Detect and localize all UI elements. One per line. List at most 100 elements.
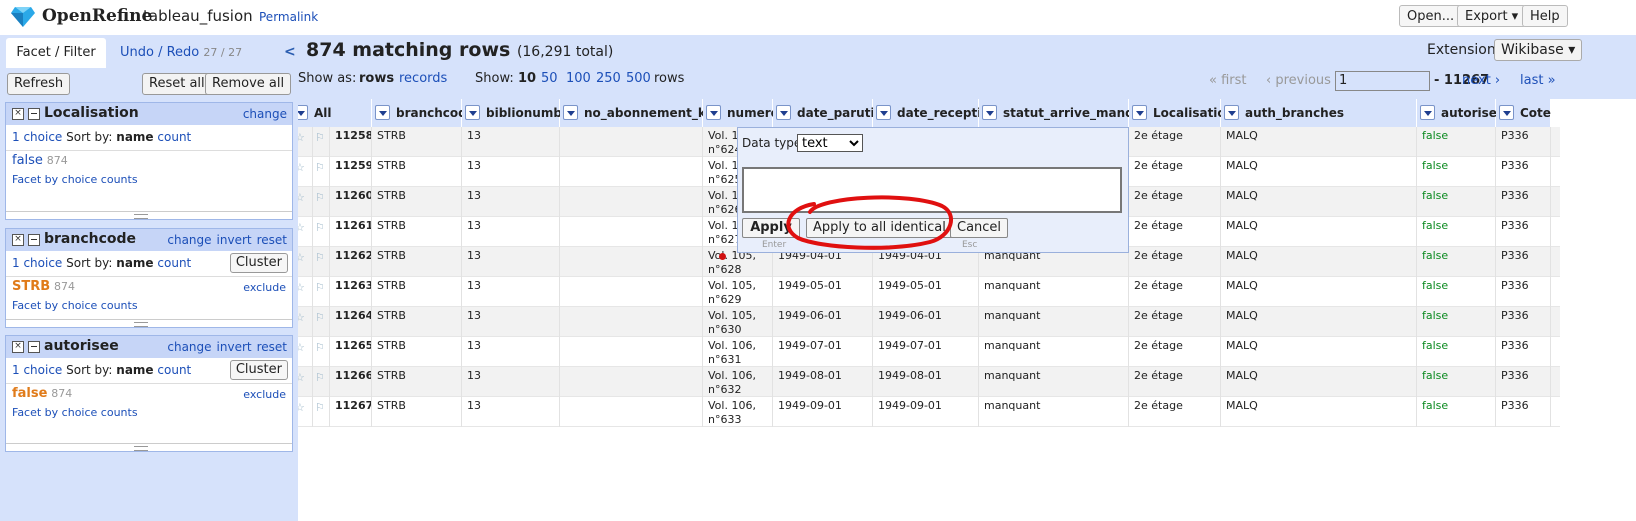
column-header-date_reception[interactable]: date_reception [873, 99, 998, 127]
table-cell[interactable]: MALQ [1221, 307, 1417, 337]
table-cell[interactable]: 1949-05-01 [873, 277, 979, 307]
table-cell[interactable]: STRB [372, 157, 462, 187]
table-cell[interactable]: 1949-06-01 [773, 307, 873, 337]
flag-icon[interactable]: ⚐ [315, 161, 325, 175]
star-icon[interactable]: ☆ [298, 371, 305, 385]
table-cell[interactable]: MALQ [1221, 247, 1417, 277]
table-cell[interactable]: 2e étage [1129, 247, 1221, 277]
facet-by-choice-counts-link[interactable]: Facet by choice counts [12, 299, 138, 312]
facet-change-link[interactable]: change [243, 107, 287, 121]
table-cell[interactable]: STRB [372, 307, 462, 337]
table-cell[interactable]: 2e étage [1129, 127, 1221, 157]
table-cell[interactable]: Vol. 106, n°631 [703, 337, 773, 367]
facet-minimize-icon[interactable] [28, 341, 40, 353]
table-cell[interactable]: 1949-07-01 [873, 337, 979, 367]
page-size-500[interactable]: 500 [626, 71, 651, 86]
table-cell[interactable]: 13 [462, 277, 560, 307]
page-size-250[interactable]: 250 [596, 71, 621, 86]
table-cell[interactable]: manquant [979, 277, 1129, 307]
star-icon[interactable]: ☆ [298, 281, 305, 295]
column-menu-dropdown-icon[interactable] [1499, 105, 1514, 120]
table-cell[interactable]: 2e étage [1129, 217, 1221, 247]
facet-sort-count[interactable]: count [157, 130, 191, 144]
table-cell[interactable]: MALQ [1221, 367, 1417, 397]
table-cell[interactable]: 13 [462, 217, 560, 247]
table-cell[interactable]: false [1417, 127, 1496, 157]
flag-icon[interactable]: ⚐ [315, 401, 325, 415]
table-cell[interactable]: P336 [1496, 127, 1551, 157]
table-cell[interactable]: 2e étage [1129, 187, 1221, 217]
facet-minimize-icon[interactable] [28, 234, 40, 246]
facet-remove-icon[interactable]: × [12, 341, 24, 353]
table-cell[interactable]: MALQ [1221, 187, 1417, 217]
table-cell[interactable]: 13 [462, 187, 560, 217]
table-cell[interactable]: false [1417, 367, 1496, 397]
first-page-link[interactable]: « first [1209, 73, 1247, 88]
facet-remove-icon[interactable]: × [12, 234, 24, 246]
flag-icon[interactable]: ⚐ [315, 341, 325, 355]
table-cell[interactable] [560, 247, 703, 277]
facet-choice-value[interactable]: false [12, 386, 47, 401]
table-cell[interactable]: STRB [372, 277, 462, 307]
table-cell[interactable]: 1949-07-01 [773, 337, 873, 367]
table-cell[interactable]: P336 [1496, 277, 1551, 307]
star-icon[interactable]: ☆ [298, 311, 305, 325]
table-cell[interactable]: P336 [1496, 337, 1551, 367]
flag-icon[interactable]: ⚐ [315, 191, 325, 205]
facet-exclude-link[interactable]: exclude [243, 281, 286, 294]
table-cell[interactable] [560, 277, 703, 307]
facet-minimize-icon[interactable] [28, 108, 40, 120]
table-cell[interactable]: manquant [979, 307, 1129, 337]
column-header-biblionumber[interactable]: biblionumber [462, 99, 576, 127]
table-cell[interactable]: 13 [462, 397, 560, 427]
table-cell[interactable]: MALQ [1221, 127, 1417, 157]
facet-choices-count[interactable]: 1 choice [12, 363, 62, 377]
table-cell[interactable]: 13 [462, 127, 560, 157]
facet-choices-count[interactable]: 1 choice [12, 256, 62, 270]
table-cell[interactable]: 13 [462, 337, 560, 367]
facet-sort-count[interactable]: count [157, 363, 191, 377]
star-icon[interactable]: ☆ [298, 341, 305, 355]
facet-change-link[interactable]: change [167, 340, 211, 354]
facet-cluster-button[interactable]: Cluster [229, 360, 288, 380]
table-cell[interactable]: manquant [979, 367, 1129, 397]
table-cell[interactable]: P336 [1496, 217, 1551, 247]
table-cell[interactable]: false [1417, 307, 1496, 337]
table-cell[interactable]: STRB [372, 337, 462, 367]
column-menu-dropdown-icon[interactable] [1132, 105, 1147, 120]
table-cell[interactable]: MALQ [1221, 217, 1417, 247]
table-cell[interactable]: STRB [372, 217, 462, 247]
facet-remove-icon[interactable]: × [12, 108, 24, 120]
table-cell[interactable] [560, 307, 703, 337]
table-cell[interactable]: 1949-08-01 [873, 367, 979, 397]
facet-cluster-button[interactable]: Cluster [229, 253, 288, 273]
table-cell[interactable]: 1949-09-01 [773, 397, 873, 427]
table-cell[interactable]: 2e étage [1129, 277, 1221, 307]
facet-choice-value[interactable]: false [12, 153, 43, 168]
facet-resize-handle[interactable] [6, 319, 292, 327]
facet-invert-link[interactable]: invert [217, 340, 252, 354]
table-cell[interactable]: MALQ [1221, 337, 1417, 367]
table-cell[interactable]: 2e étage [1129, 157, 1221, 187]
flag-icon[interactable]: ⚐ [315, 131, 325, 145]
table-cell[interactable]: 13 [462, 367, 560, 397]
table-cell[interactable]: P336 [1496, 397, 1551, 427]
facet-change-link[interactable]: change [167, 233, 211, 247]
table-cell[interactable]: Vol. 106, n°633 [703, 397, 773, 427]
collapse-panel-icon[interactable]: < [284, 44, 296, 60]
star-icon[interactable]: ☆ [298, 131, 305, 145]
facet-sort-name[interactable]: name [116, 363, 153, 377]
flag-icon[interactable]: ⚐ [315, 251, 325, 265]
flag-icon[interactable]: ⚐ [315, 311, 325, 325]
column-header-all[interactable]: All [298, 99, 372, 127]
column-menu-dropdown-icon[interactable] [465, 105, 480, 120]
table-cell[interactable]: MALQ [1221, 157, 1417, 187]
table-cell[interactable]: MALQ [1221, 277, 1417, 307]
table-cell[interactable]: STRB [372, 397, 462, 427]
column-header-no_abonnement_koha[interactable]: no_abonnement_koha [560, 99, 730, 127]
next-page-link[interactable]: next › [1462, 73, 1500, 88]
table-cell[interactable]: Vol. 105, n°629 [703, 277, 773, 307]
table-cell[interactable]: 13 [462, 247, 560, 277]
table-cell[interactable]: STRB [372, 247, 462, 277]
reset-all-button[interactable]: Reset all [142, 73, 212, 95]
